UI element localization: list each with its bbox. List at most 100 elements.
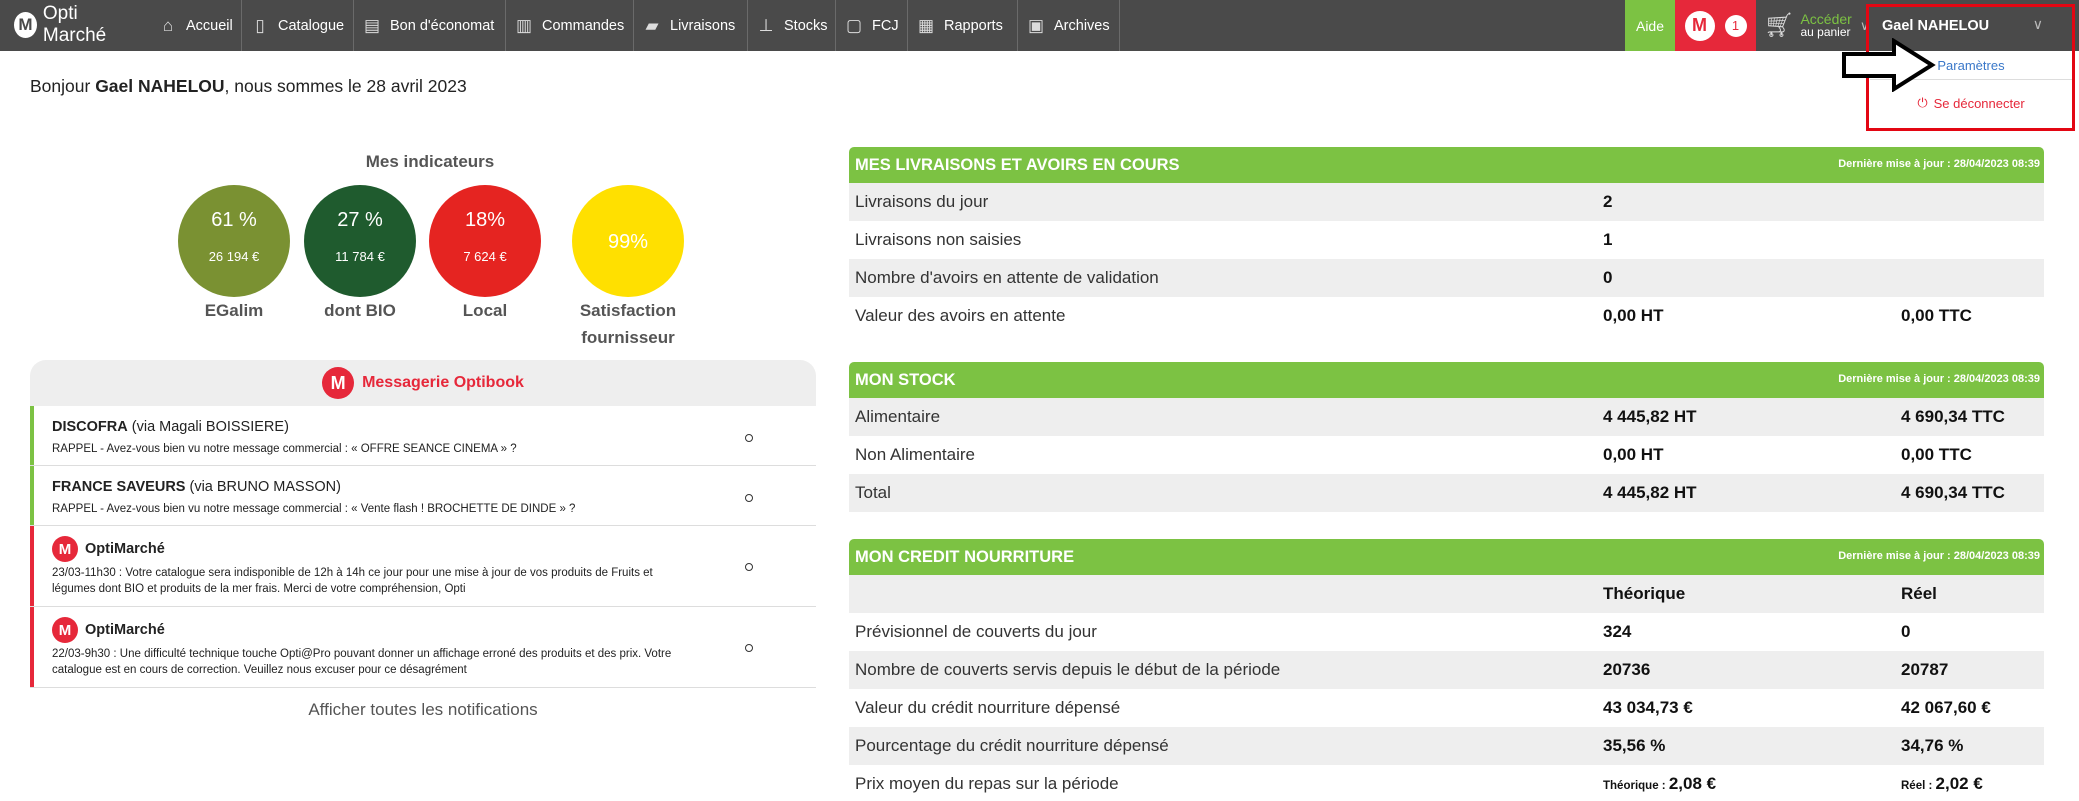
indicator-label: Local (462, 301, 508, 320)
message-item[interactable]: M OptiMarché 22/03-9h30 : Une difficulté… (30, 607, 816, 688)
greeting-prefix: Bonjour (30, 76, 96, 96)
read-toggle-icon[interactable] (745, 434, 753, 442)
table-row: Valeur du crédit nourriture dépensé 43 03… (849, 689, 2044, 727)
read-toggle-icon[interactable] (745, 644, 753, 652)
row-label: Alimentaire (855, 407, 941, 426)
row-value: 34,76 % (1901, 736, 1964, 755)
optimarche-logo-icon: M (1684, 10, 1715, 41)
optimarche-logo-icon: M (52, 617, 78, 643)
table-row: Nombre de couverts servis depuis le débu… (849, 651, 2044, 689)
app-logo[interactable]: M Opti Marché (14, 3, 134, 46)
row-value: 4 445,82 HT (1603, 407, 1697, 426)
stock-panel: MON STOCK Dernière mise à jour : 28/04/20… (849, 362, 2044, 514)
nav-rapports[interactable]: ▦ Rapports (908, 0, 1018, 51)
indicator-egalim: 61 % 26 194 € (178, 185, 290, 297)
top-navbar: M Opti Marché ⌂ Accueil ▯ Catalogue ▤ Bon d'… (0, 0, 2079, 51)
optimarche-logo-icon: M (52, 536, 78, 562)
indicator-bio: 27 % 11 784 € (304, 185, 416, 297)
nav-label: Catalogue (278, 17, 345, 34)
indicators-title: Mes indicateurs (365, 152, 495, 171)
help-button[interactable]: Aide (1625, 0, 1675, 51)
sender-via: (via Magali BOISSIERE) (127, 419, 289, 435)
table-row: Prix moyen du repas sur la période Théori… (849, 765, 2044, 801)
message-item[interactable]: M OptiMarché 23/03-11h30 : Votre catalog… (30, 526, 816, 607)
nav-label: Livraisons (670, 17, 736, 34)
panel-title: MON CREDIT NOURRITURE (855, 548, 1075, 566)
messaging-header: M Messagerie Optibook (30, 360, 816, 406)
panel-title: MON STOCK (855, 371, 956, 389)
message-text: RAPPEL - Avez-vous bien vu notre message… (52, 503, 576, 515)
pointer-arrow-icon (1842, 38, 1936, 92)
row-value: 42 067,60 € (1901, 698, 1991, 717)
nav-commandes[interactable]: ▥ Commandes (506, 0, 634, 51)
messages-button[interactable]: M 1 (1675, 0, 1756, 51)
row-label: Valeur du crédit nourriture dépensé (855, 698, 1121, 717)
app-name: Opti Marché (42, 3, 107, 46)
message-item[interactable]: DISCOFRA (via Magali BOISSIERE) RAPPEL -… (30, 406, 816, 466)
row-value: 0,00 TTC (1901, 445, 1972, 464)
column-header: Théorique (1603, 584, 1686, 603)
message-status-bar (30, 466, 34, 525)
read-toggle-icon[interactable] (745, 563, 753, 571)
nav-catalogue[interactable]: ▯ Catalogue (242, 0, 354, 51)
nav-livraisons[interactable]: ▰ Livraisons (634, 0, 748, 51)
row-label: Total (855, 483, 891, 502)
truck-icon: ▰ (645, 15, 659, 35)
row-label: Non Alimentaire (855, 445, 976, 464)
nav-label: Commandes (542, 17, 625, 34)
nav-bon-economat[interactable]: ▤ Bon d'économat (354, 0, 506, 51)
panel-updated: Dernière mise à jour : 28/04/2023 08:39 (1838, 158, 2040, 170)
row-value: 324 (1603, 622, 1632, 641)
indicator-local: 18% 7 624 € (429, 185, 541, 297)
table-row: Valeur des avoirs en attente 0,00 HT 0,00 … (849, 297, 2044, 335)
table-row: Livraisons non saisies 1 (849, 221, 2044, 259)
forklift-icon: ⊥ (758, 15, 774, 35)
column-header: Réel (1901, 584, 1937, 603)
message-line: 22/03-9h30 : Une difficulté technique to… (52, 648, 672, 660)
indicator-pct: 27 % (337, 209, 383, 231)
nav-accueil[interactable]: ⌂ Accueil (150, 0, 242, 51)
logo-icon: M (14, 12, 37, 38)
nav-archives[interactable]: ▣ Archives (1018, 0, 1120, 51)
indicator-pct: 61 % (211, 209, 257, 231)
row-label: Prix moyen du repas sur la période (855, 774, 1119, 793)
cart-sublabel: au panier (1800, 25, 1851, 39)
nav-stocks[interactable]: ⊥ Stocks (748, 0, 836, 51)
sender-name: OptiMarché (85, 622, 165, 638)
nav-label: Stocks (784, 17, 828, 34)
show-all-notifications-link[interactable]: Afficher toutes les notifications (30, 700, 816, 720)
indicator-label: Satisfaction fournisseur (553, 297, 703, 351)
row-value: 43 034,73 € (1603, 698, 1693, 717)
panel-header: MES LIVRAISONS ET AVOIRS EN COURS Dernièr… (849, 147, 2044, 183)
optimarche-logo-icon: M (322, 367, 355, 399)
sender-name: DISCOFRA (52, 419, 128, 435)
message-text: RAPPEL - Avez-vous bien vu notre message… (52, 443, 517, 455)
row-value: 0,00 TTC (1901, 306, 1972, 325)
value-amount: 2,08 € (1668, 774, 1717, 793)
row-value: 35,56 % (1603, 736, 1666, 755)
cart-icon: 🛒︎ (1764, 12, 1795, 39)
table-row: Nombre d'avoirs en attente de validation… (849, 259, 2044, 297)
read-toggle-icon[interactable] (745, 494, 753, 502)
indicator-amount: 11 784 € (335, 249, 385, 264)
nav-fcj[interactable]: ▢ FCJ (836, 0, 908, 51)
row-label: Livraisons du jour (855, 192, 989, 211)
messaging-panel: M Messagerie Optibook DISCOFRA (via Magal… (30, 360, 816, 688)
greeting: Bonjour Gael NAHELOU, nous sommes le 28 … (30, 76, 467, 97)
message-sender: DISCOFRA (via Magali BOISSIERE) (52, 419, 289, 435)
nav-label: Bon d'économat (390, 17, 495, 34)
book-icon: ▯ (255, 15, 265, 35)
table-row: Alimentaire 4 445,82 HT 4 690,34 TTC (849, 398, 2044, 436)
greeting-date: , nous sommes le 28 avril 2023 (224, 76, 467, 96)
indicator-pct: 99% (607, 231, 649, 253)
nav-label: Rapports (944, 17, 1003, 34)
chart-icon: ▦ (917, 15, 935, 35)
message-sender: FRANCE SAVEURS (via BRUNO MASSON) (52, 479, 341, 495)
messages-count-badge: 1 (1724, 14, 1747, 37)
row-value: 20787 (1901, 660, 1949, 679)
row-label: Nombre d'avoirs en attente de validation (855, 268, 1159, 287)
table-row: Pourcentage du crédit nourriture dépensé… (849, 727, 2044, 765)
row-value: Réel : 2,02 € (1901, 774, 1983, 794)
row-value: 0 (1603, 268, 1613, 287)
message-item[interactable]: FRANCE SAVEURS (via BRUNO MASSON) RAPPEL… (30, 466, 816, 526)
